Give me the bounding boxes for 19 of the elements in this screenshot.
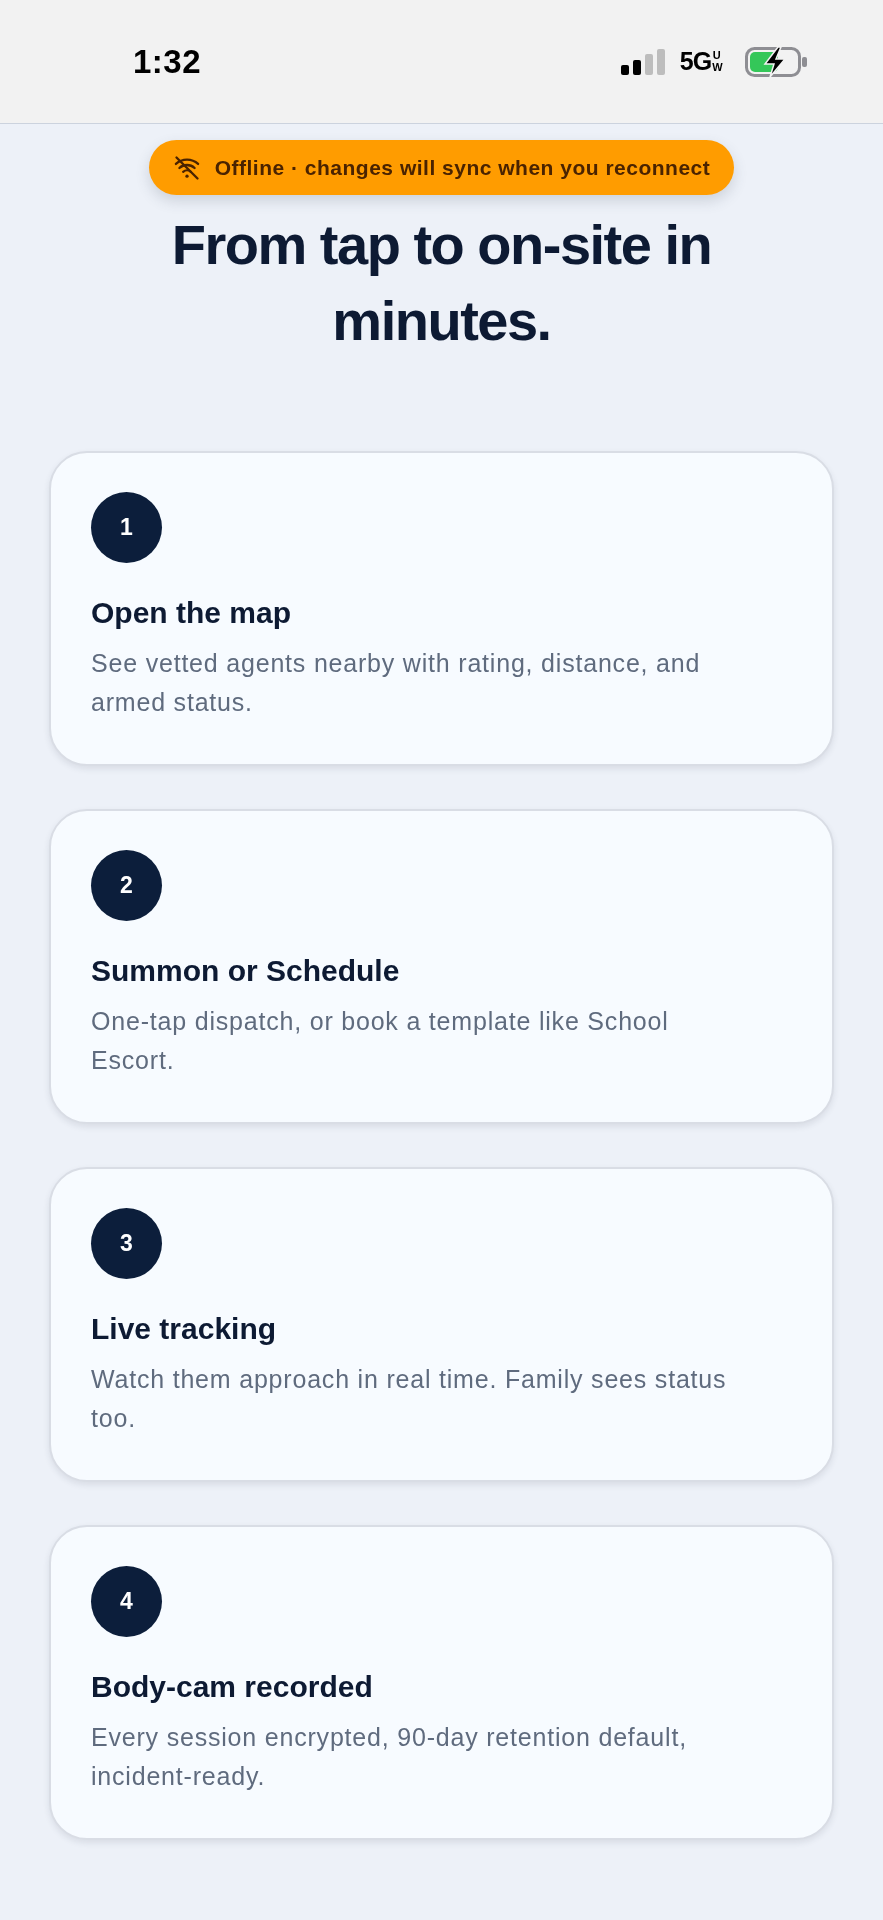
step-title: Live tracking: [91, 1311, 278, 1347]
network-type-label: 5G: [679, 49, 712, 74]
signal-icon: [620, 48, 665, 75]
step-number: 2: [91, 850, 162, 921]
page-heading: From tap to on-site in minutes.: [170, 212, 713, 354]
offline-message: Offline · changes will sync when you reconnect: [214, 155, 711, 180]
status-time: 1:32: [133, 42, 202, 81]
step-description: See vetted agents nearby with rating, distance, and armed status.: [91, 648, 702, 718]
step-title: Open the map: [91, 595, 293, 631]
step-number: 4: [91, 1566, 162, 1637]
step-description: Watch them approach in real time. Family sees status too.: [91, 1364, 728, 1434]
network-suffix-label: UW: [712, 49, 721, 74]
step-number: 1: [91, 492, 162, 563]
step-title: Summon or Schedule: [91, 953, 401, 989]
wifi-off-icon: [172, 153, 201, 182]
step-number: 3: [91, 1208, 162, 1279]
step-description: One-tap dispatch, or book a template like School Escort.: [91, 1006, 670, 1076]
step-title: Body-cam recorded: [91, 1669, 374, 1705]
step-description: Every session encrypted, 90-day retention default, incident-ready.: [91, 1722, 688, 1792]
